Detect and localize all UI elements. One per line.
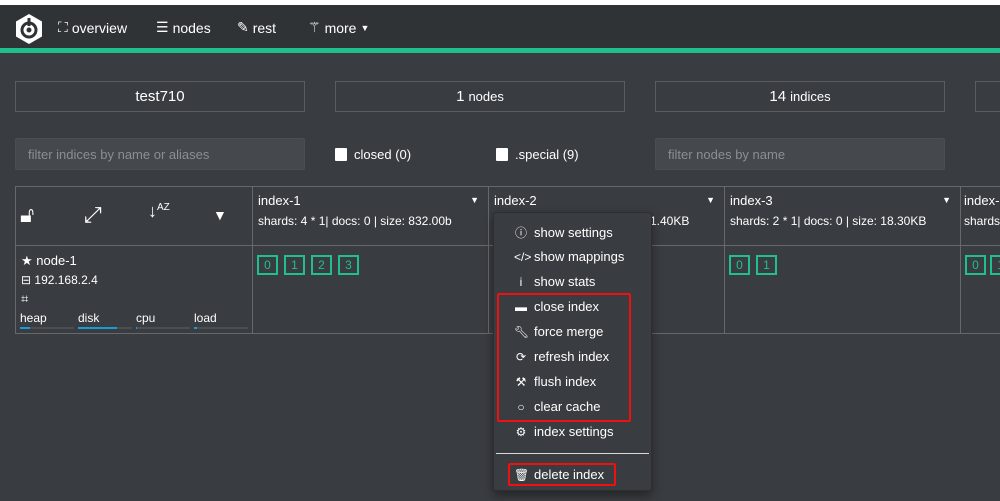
index-menu-caret[interactable]: ▼	[942, 195, 951, 205]
shard[interactable]: 1	[284, 255, 305, 275]
shard[interactable]: 0	[257, 255, 278, 275]
gear-icon: ⚙	[515, 424, 527, 439]
index-menu-caret[interactable]: ▼	[706, 195, 715, 205]
index-4-shards: 01	[965, 255, 1000, 275]
metric-disk: disk	[78, 311, 132, 329]
checkbox-box[interactable]	[335, 148, 347, 161]
caret-down-icon[interactable]: ▼	[213, 207, 227, 223]
metric-label: cpu	[136, 311, 156, 325]
divider	[252, 187, 253, 333]
shard[interactable]: 1	[990, 255, 1000, 275]
nav-label: nodes	[172, 19, 211, 36]
index-info: shards: 4 * 1| docs: 0 | size: 832.00b	[258, 214, 452, 228]
menu-label: show stats	[534, 274, 596, 289]
index-info: shards: 2 * 1| docs: 0 | size: 18.30KB	[730, 214, 927, 228]
metric-load: load	[194, 311, 248, 329]
nodes-count: 1	[456, 88, 465, 105]
nav-label: rest	[252, 19, 277, 36]
index-menu-caret[interactable]: ▼	[470, 195, 479, 205]
code-icon: </>	[514, 249, 532, 264]
metric-heap: heap	[20, 311, 74, 329]
menu-show-mappings[interactable]: </> show mappings	[514, 249, 624, 264]
hdd-icon: ⊟	[21, 273, 32, 287]
node-ip: 192.168.2.4	[34, 273, 98, 287]
nav-more[interactable]: ⚚ more ▼	[308, 19, 369, 36]
nav-rest[interactable]: ✎ rest	[237, 19, 276, 36]
index-name: index-2	[494, 193, 537, 208]
nodes-card: 1 nodes	[335, 81, 625, 112]
nav-overview[interactable]: ⛶ overview	[58, 19, 127, 36]
filter-nodes-input[interactable]: filter nodes by name	[655, 138, 945, 170]
cluster-name: test710	[135, 88, 185, 105]
crop-icon: ⌗	[21, 291, 29, 306]
highlight-box	[508, 463, 616, 486]
menu-index-settings[interactable]: ⚙ index settings	[514, 424, 614, 439]
index-dropdown-menu: ⓘ show settings </> show mappings i show st…	[493, 212, 652, 491]
shard[interactable]: 1	[756, 255, 777, 275]
navbar: ⛶ overview ☰ nodes ✎ rest ⚚ more ▼	[0, 5, 1000, 48]
nav-nodes[interactable]: ☰ nodes	[156, 19, 211, 36]
metric-label: disk	[78, 311, 100, 325]
closed-label: closed (0)	[354, 147, 412, 162]
extra-card	[975, 81, 1000, 112]
menu-label: show mappings	[534, 249, 625, 264]
menu-label: show settings	[534, 225, 613, 240]
shard[interactable]: 3	[338, 255, 359, 275]
sort-alpha-icon[interactable]: ↓AZ	[148, 201, 170, 222]
shard[interactable]: 2	[311, 255, 332, 275]
index-info: 1.40KB	[650, 214, 690, 228]
node-name: node-1	[36, 253, 77, 268]
divider	[960, 187, 961, 333]
index-name: index-	[964, 193, 1000, 208]
cluster-name-card: test710	[15, 81, 305, 112]
special-checkbox[interactable]: .special (9)	[496, 147, 579, 162]
metric-fill	[20, 327, 30, 329]
divider	[724, 187, 725, 333]
server-icon: ☰	[156, 19, 169, 35]
nav-label: overview	[71, 19, 128, 36]
menu-divider	[496, 453, 649, 454]
index-info: shards	[964, 214, 1000, 228]
index-1-shards: 0123	[257, 255, 359, 275]
checkbox-box[interactable]	[496, 148, 508, 161]
expand-icon[interactable]: ⤢	[84, 202, 102, 228]
index-name: index-1	[258, 193, 301, 208]
indices-unit: indices	[790, 89, 831, 104]
closed-checkbox[interactable]: closed (0)	[335, 147, 411, 162]
special-label: .special (9)	[515, 147, 579, 162]
menu-label: index settings	[534, 424, 614, 439]
accent-bar	[0, 48, 1000, 53]
metric-fill	[194, 327, 197, 329]
caret-down-icon: ▼	[360, 22, 370, 33]
metric-label: heap	[20, 311, 47, 325]
indices-card: 14 indices	[655, 81, 945, 112]
sitemap-icon: ⛶	[58, 19, 68, 35]
menu-show-settings[interactable]: ⓘ show settings	[514, 224, 613, 241]
menu-show-stats[interactable]: i show stats	[514, 274, 596, 289]
info-icon: i	[519, 274, 523, 289]
filter-indices-input[interactable]: filter indices by name or aliases	[15, 138, 305, 170]
metric-cpu: cpu	[136, 311, 190, 329]
metric-fill	[78, 327, 117, 329]
nav-label: more	[324, 19, 357, 36]
star-icon: ★	[21, 253, 33, 268]
indices-count: 14	[769, 88, 787, 105]
shard[interactable]: 0	[965, 255, 986, 275]
nodes-unit: nodes	[468, 89, 504, 104]
info-circle-icon: ⓘ	[514, 226, 527, 240]
metric-fill	[136, 327, 138, 329]
node-name-row[interactable]: ★ node-1	[21, 253, 77, 269]
edit-icon: ✎	[237, 19, 249, 35]
index-name: index-3	[730, 193, 773, 208]
magic-wand-icon: ⚚	[308, 19, 321, 35]
divider	[488, 187, 489, 333]
metric-label: load	[194, 311, 217, 325]
node-metrics: heap disk cpu load	[20, 311, 248, 329]
index-3-shards: 01	[729, 255, 777, 275]
highlight-box	[497, 293, 631, 422]
cerebro-logo[interactable]	[14, 13, 44, 45]
unlock-icon[interactable]: 🔓︎	[20, 202, 34, 228]
shard[interactable]: 0	[729, 255, 750, 275]
node-ip-row: ⊟ 192.168.2.4	[21, 273, 98, 287]
